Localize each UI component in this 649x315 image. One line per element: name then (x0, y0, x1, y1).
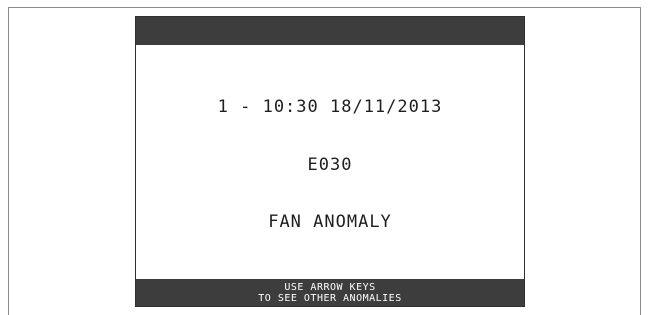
display-header-bar (136, 17, 524, 45)
outer-frame-left-border (8, 7, 9, 315)
anomaly-datetime: 1 - 10:30 18/11/2013 (217, 97, 443, 117)
device-display-screen: 1 - 10:30 18/11/2013 E030 FAN ANOMALY US… (135, 16, 525, 307)
display-footer-bar: USE ARROW KEYS TO SEE OTHER ANOMALIES (136, 279, 524, 306)
outer-frame-right-border (640, 7, 641, 315)
outer-frame-top-border (8, 7, 641, 8)
anomaly-message: FAN ANOMALY (268, 212, 392, 232)
footer-instruction-line-2: TO SEE OTHER ANOMALIES (258, 293, 402, 304)
anomaly-error-code: E030 (307, 155, 353, 175)
footer-instruction-line-1: USE ARROW KEYS (284, 282, 376, 293)
